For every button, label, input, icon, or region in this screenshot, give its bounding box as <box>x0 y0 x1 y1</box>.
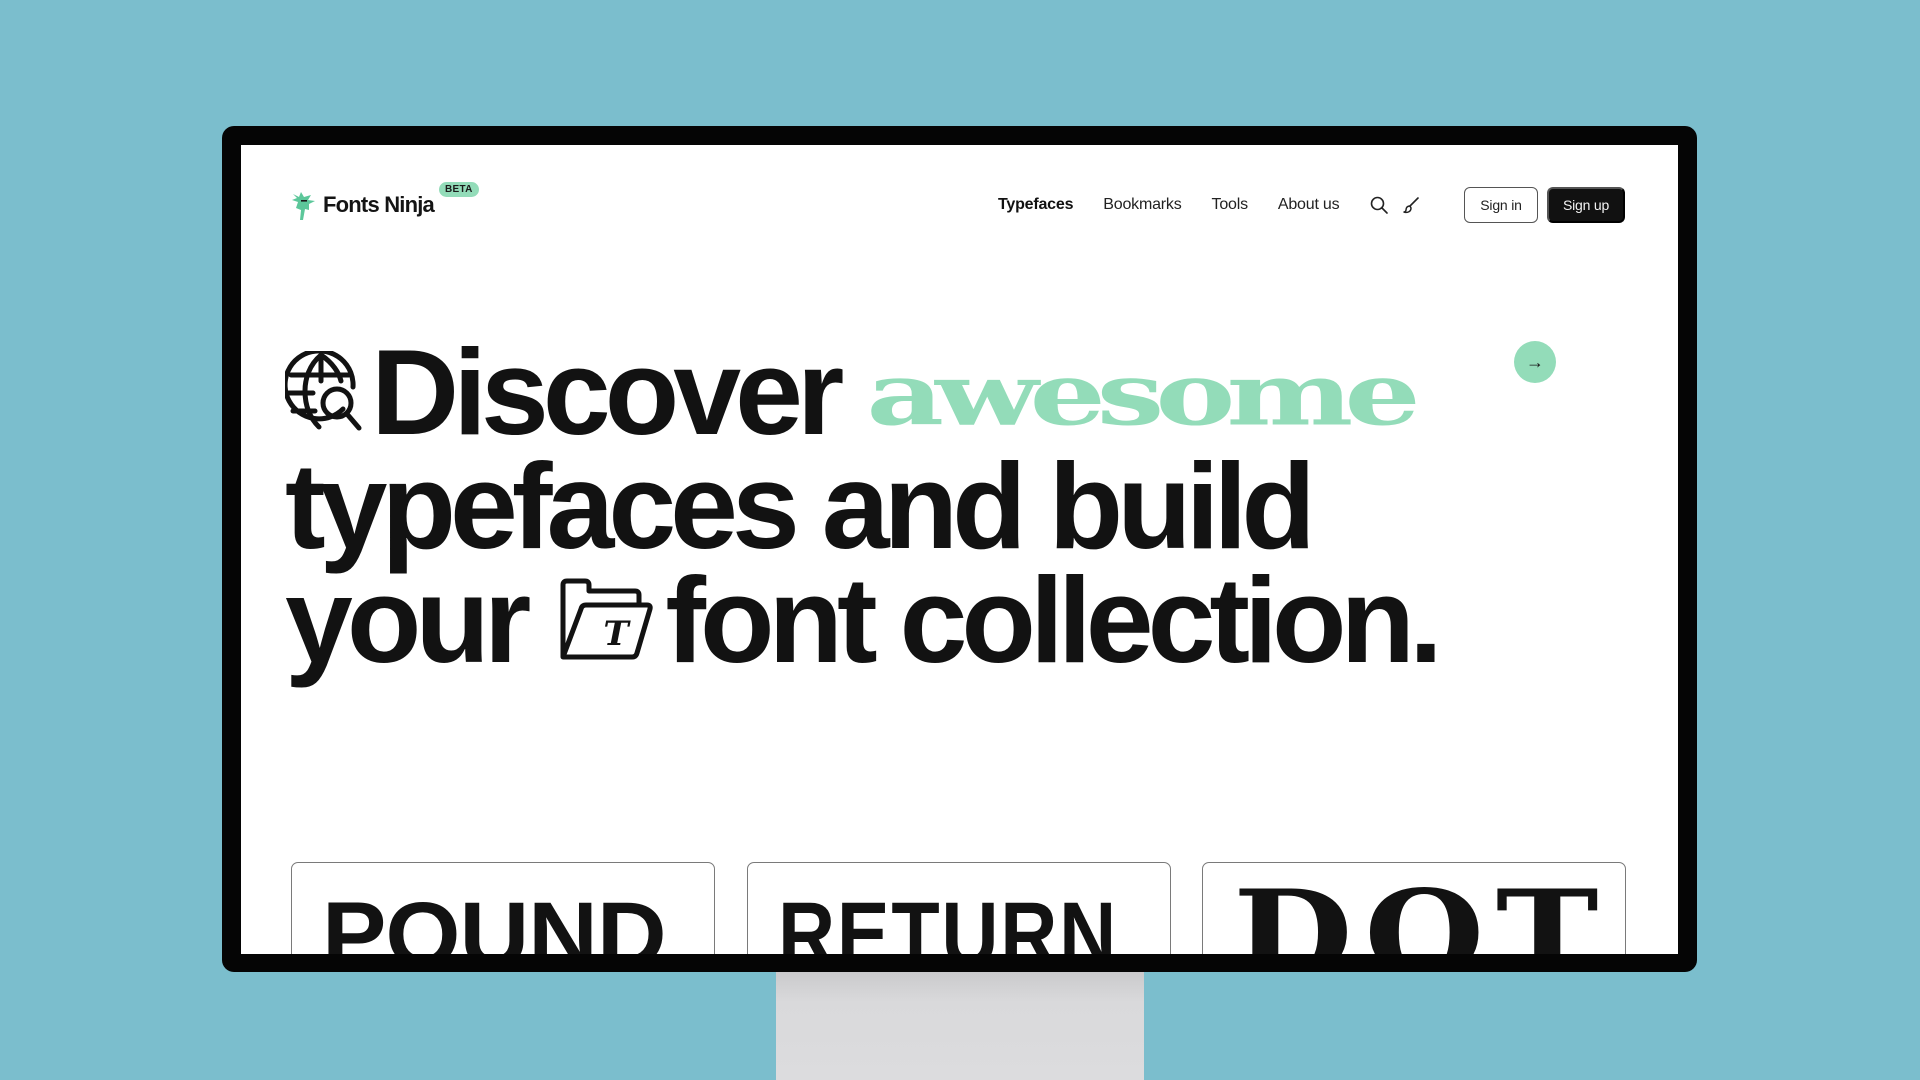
globe-search-icon <box>285 351 362 431</box>
font-card-preview: DOT <box>1233 864 1611 955</box>
sign-in-button[interactable]: Sign in <box>1464 187 1538 223</box>
headline-line-1: Discover awesome <box>285 324 1437 460</box>
headline-line-2: typefaces and build <box>285 438 1316 574</box>
headline-line-3: your T font collection. <box>285 552 1443 688</box>
monitor-stand <box>776 960 1144 1080</box>
font-card[interactable]: POUND <box>291 862 715 954</box>
brand-name: Fonts Ninja <box>323 192 435 217</box>
sign-up-button[interactable]: Sign up <box>1547 187 1625 223</box>
headline-awesome-highlight: awesome <box>866 344 1420 446</box>
nav-bookmarks[interactable]: Bookmarks <box>1103 196 1181 214</box>
hero-arrow-button[interactable]: → <box>1514 341 1556 383</box>
main-nav: Typefaces Bookmarks Tools About us <box>998 195 1433 215</box>
headline-font-collection: font collection. <box>665 552 1443 688</box>
paintbrush-icon[interactable] <box>1401 195 1421 215</box>
brand-logo[interactable]: Fonts Ninja BETA <box>289 182 479 222</box>
website-screen: Fonts Ninja BETA Typefaces Bookmarks Too… <box>241 145 1678 954</box>
search-icon[interactable] <box>1369 195 1389 215</box>
font-folder-icon: T <box>560 578 654 660</box>
svg-text:T: T <box>604 614 632 654</box>
font-card[interactable]: RETURN <box>747 862 1171 954</box>
nav-typefaces[interactable]: Typefaces <box>998 196 1073 214</box>
ninja-logo-icon <box>292 192 315 220</box>
beta-badge: BETA <box>439 182 479 197</box>
headline-discover: Discover <box>371 324 844 460</box>
font-card-preview: RETURN <box>778 884 1118 954</box>
nav-tools[interactable]: Tools <box>1212 196 1249 214</box>
headline-your: your <box>285 552 531 688</box>
font-card-preview: POUND <box>322 884 667 954</box>
font-card[interactable]: DOT <box>1202 862 1626 954</box>
nav-about-us[interactable]: About us <box>1278 196 1340 214</box>
hero-headline: Discover awesome typefaces and build you… <box>285 324 1443 688</box>
arrow-right-icon: → <box>1526 351 1544 372</box>
monitor-frame: Fonts Ninja BETA Typefaces Bookmarks Too… <box>222 126 1697 972</box>
